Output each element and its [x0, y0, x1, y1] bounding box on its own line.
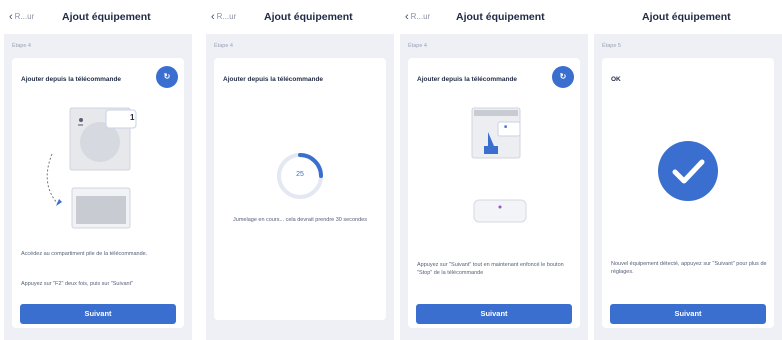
instruction-text: Appuyez sur "Suivant" tout en maintenant… — [417, 262, 564, 276]
hint-text: Appuyez sur "F2" deux fois, puis sur "Su… — [21, 281, 134, 287]
instruction-text: Nouvel équipement détecté, appuyez sur "… — [611, 261, 767, 275]
back-button[interactable]: ‹ R...ur — [9, 11, 34, 23]
step-card: Ajouter depuis la télécommande 25 Jumela… — [214, 58, 386, 320]
back-button[interactable]: ‹ R...ur — [405, 11, 430, 23]
next-button[interactable]: Suivant — [20, 304, 176, 324]
progress-value: 25 — [296, 171, 304, 178]
screen-pairing-progress: ‹ R...ur Ajout équipement Étape 4 Ajouter… — [206, 0, 394, 340]
step-card: OK Nouvel équipement détecté, appuyez su… — [602, 58, 774, 328]
back-label: R...ur — [410, 12, 431, 21]
remote-mode-button[interactable]: ↻ — [552, 66, 574, 88]
remote-icon: ↻ — [559, 72, 567, 81]
success-check-icon — [658, 141, 718, 201]
remote-battery-illustration — [46, 107, 137, 229]
screen-device-detected: Ajout équipement Étape 5 OK Nouvel équip… — [594, 0, 782, 340]
back-button[interactable]: ‹ R...ur — [211, 11, 236, 23]
chevron-left-icon: ‹ — [405, 11, 409, 23]
page-title: Ajout équipement — [62, 11, 151, 23]
page-title: Ajout équipement — [264, 11, 353, 23]
stop-icon: ■ — [504, 124, 508, 130]
card-title: Ajouter depuis la télécommande — [417, 76, 518, 83]
remote-icon: ↻ — [163, 72, 171, 81]
step-card: Ajouter depuis la télécommande ↻ ■ Appuy… — [408, 58, 580, 328]
card-title: Ajouter depuis la télécommande — [21, 76, 122, 83]
screen-step-remote-battery: ‹ R...ur Ajout équipement Étape 4 Ajouter… — [4, 0, 192, 340]
step-label: Étape 4 — [214, 43, 233, 49]
remote-mode-button[interactable]: ↻ — [156, 66, 178, 88]
next-button[interactable]: Suivant — [610, 304, 766, 324]
chevron-left-icon: ‹ — [9, 11, 13, 23]
device-number: 1 — [130, 113, 135, 122]
step-label: Étape 4 — [408, 43, 427, 49]
back-label: R...ur — [216, 12, 237, 21]
next-button[interactable]: Suivant — [416, 304, 572, 324]
instruction-text: Accédez au compartiment pile de la téléc… — [21, 251, 148, 257]
chevron-left-icon: ‹ — [211, 11, 215, 23]
screen-step-press-stop: ‹ R...ur Ajout équipement Étape 4 Ajouter… — [400, 0, 588, 340]
result-label: OK — [611, 76, 621, 83]
step-card: Ajouter depuis la télécommande ↻ 1 Accéd… — [12, 58, 184, 328]
page-title: Ajout équipement — [642, 11, 731, 23]
step-label: Étape 4 — [12, 43, 31, 49]
press-stop-illustration — [471, 107, 527, 223]
card-title: Ajouter depuis la télécommande — [223, 76, 324, 83]
back-label: R...ur — [14, 12, 35, 21]
step-label: Étape 5 — [602, 43, 621, 49]
pairing-status-text: Jumelage en cours... cela devrait prendr… — [233, 217, 367, 223]
page-title: Ajout équipement — [456, 11, 545, 23]
